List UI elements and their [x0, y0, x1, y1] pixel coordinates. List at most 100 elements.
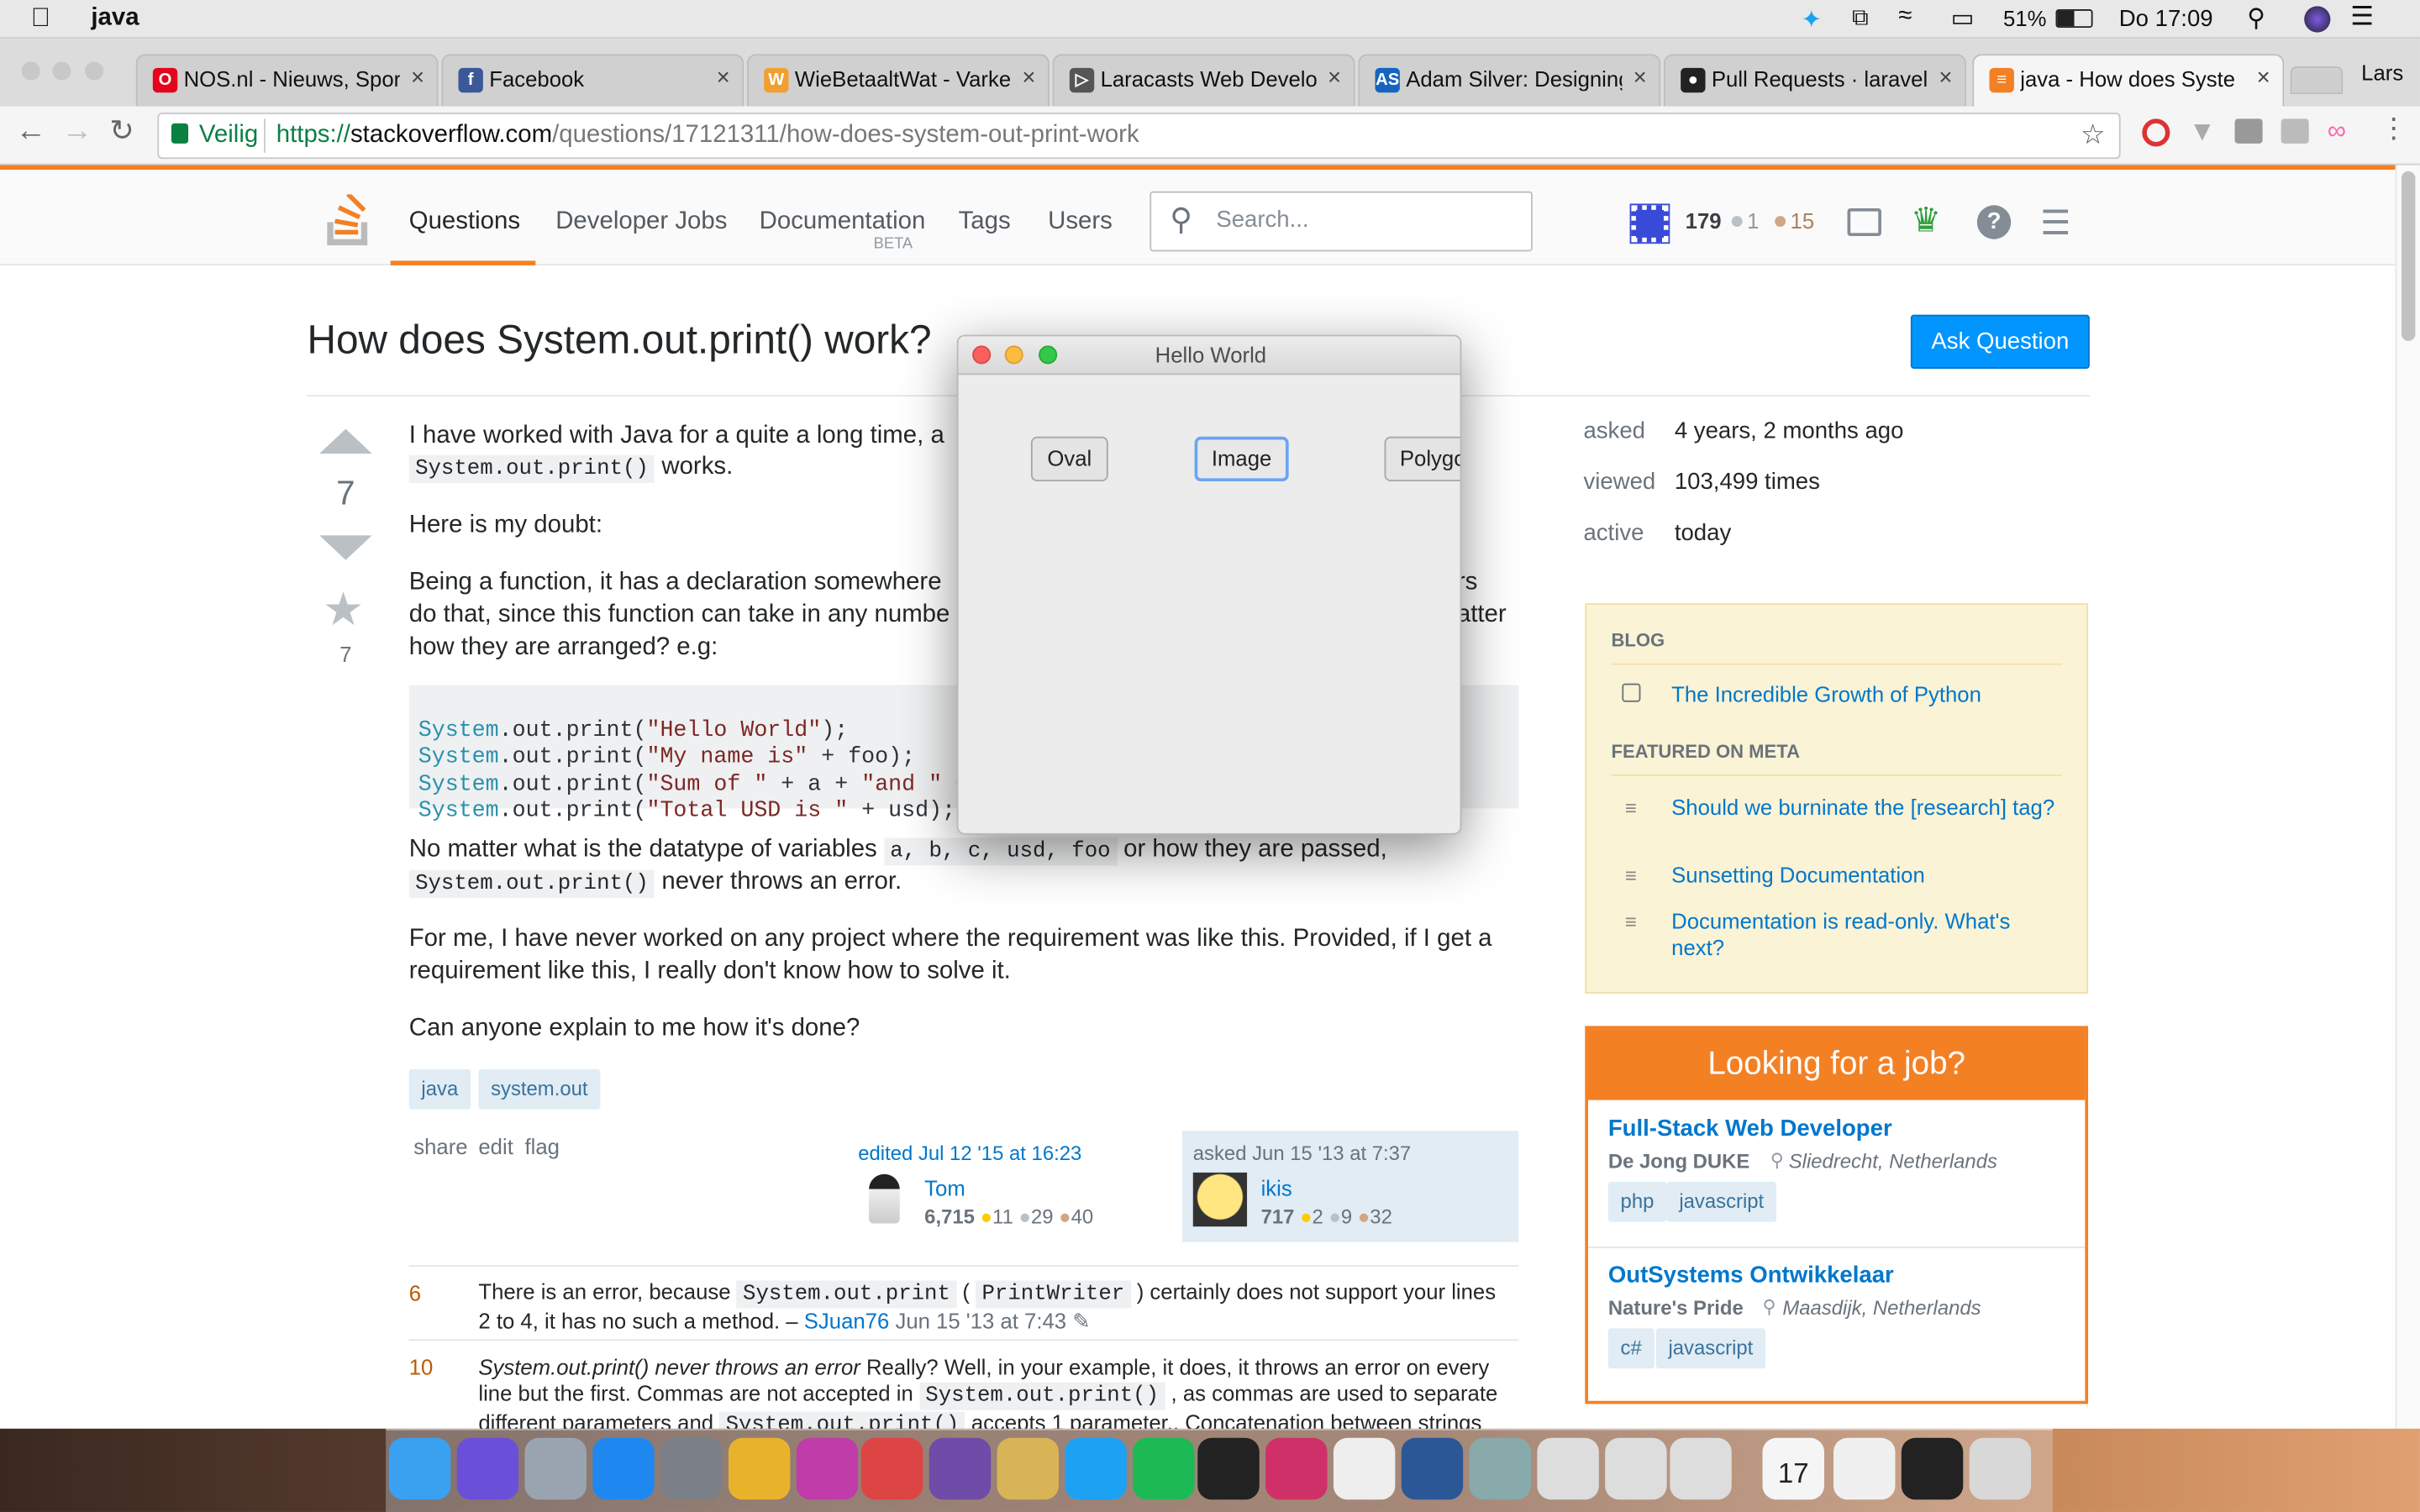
- stackoverflow-logo-icon[interactable]: [324, 194, 371, 248]
- back-icon[interactable]: ←: [15, 114, 46, 150]
- app-store-icon[interactable]: [592, 1437, 655, 1500]
- job-tag[interactable]: javascript: [1655, 1328, 1766, 1369]
- profile-name[interactable]: Lars: [2361, 60, 2403, 85]
- browser-tab[interactable]: AS Adam Silver: Designing ×: [1358, 54, 1661, 107]
- blog-link[interactable]: The Incredible Growth of Python: [1671, 682, 1981, 706]
- favorite-star-icon[interactable]: ★: [323, 583, 364, 637]
- job-tag[interactable]: javascript: [1666, 1181, 1776, 1222]
- scrollbar-thumb[interactable]: [2401, 171, 2416, 341]
- extension-evernote-icon[interactable]: [2281, 118, 2309, 144]
- github-desktop-icon[interactable]: [929, 1437, 992, 1500]
- tab-close-icon[interactable]: ×: [411, 65, 424, 91]
- textedit-icon[interactable]: [1833, 1437, 1896, 1500]
- system-preferences-icon[interactable]: [660, 1437, 723, 1500]
- java-cup-icon[interactable]: [1537, 1437, 1599, 1500]
- siri-icon[interactable]: [2304, 6, 2331, 33]
- share-link[interactable]: share: [413, 1134, 467, 1158]
- tab-close-icon[interactable]: ×: [2257, 65, 2270, 91]
- job-title[interactable]: OutSystems Ontwikkelaar: [1608, 1262, 1894, 1288]
- browser-tab[interactable]: W WieBetaaltWat - Varke ×: [746, 54, 1050, 107]
- active-app-name[interactable]: java: [91, 5, 139, 33]
- tab-close-icon[interactable]: ×: [1634, 65, 1647, 91]
- window-zoom-button[interactable]: [85, 61, 104, 81]
- comment-user[interactable]: SJuan76: [804, 1309, 890, 1333]
- finder-icon[interactable]: [388, 1437, 451, 1500]
- nav-documentation[interactable]: Documentation: [760, 208, 926, 236]
- browser-tab[interactable]: ≡ java - How does Syste ×: [1972, 54, 2285, 107]
- meta-link[interactable]: Documentation is read-only. What's next?: [1671, 909, 2057, 961]
- avatar[interactable]: [869, 1173, 900, 1224]
- tag-system-out[interactable]: system.out: [478, 1068, 601, 1110]
- asker-name[interactable]: ikis: [1261, 1176, 1292, 1200]
- avatar[interactable]: [1629, 203, 1670, 244]
- meta-link[interactable]: Sunsetting Documentation: [1671, 863, 2057, 889]
- chrome-icon[interactable]: [728, 1437, 791, 1500]
- screen-icon[interactable]: ⧉: [1852, 5, 1869, 31]
- notification-center-icon[interactable]: ☰: [2350, 2, 2374, 33]
- inbox-icon[interactable]: [1847, 207, 1881, 237]
- tab-close-icon[interactable]: ×: [717, 65, 730, 91]
- active-value[interactable]: today: [1675, 520, 1731, 546]
- extension-laravel-icon[interactable]: ∞: [2328, 116, 2346, 147]
- polygon-button[interactable]: Polygo: [1384, 436, 1460, 482]
- job-tag[interactable]: c#: [1607, 1328, 1655, 1369]
- spotify-icon[interactable]: [1133, 1437, 1195, 1500]
- terminal-icon[interactable]: [1197, 1437, 1260, 1500]
- java-cup-icon[interactable]: [1605, 1437, 1667, 1500]
- window-titlebar[interactable]: Hello World: [958, 336, 1460, 375]
- browser-tab[interactable]: O NOS.nl - Nieuws, Spor ×: [135, 54, 439, 107]
- meta-link[interactable]: Should we burninate the [research] tag?: [1671, 795, 2057, 821]
- sequel-pro-icon[interactable]: [997, 1437, 1059, 1500]
- tab-close-icon[interactable]: ×: [1939, 65, 1952, 91]
- reputation[interactable]: 179: [1686, 208, 1722, 233]
- bookmark-star-icon[interactable]: ☆: [2081, 118, 2106, 151]
- xquartz-icon[interactable]: [860, 1437, 923, 1500]
- calendar-icon[interactable]: 17: [1762, 1437, 1824, 1500]
- siri-icon[interactable]: [456, 1437, 519, 1500]
- apple-icon[interactable]: : [31, 3, 50, 34]
- cursor-icon[interactable]: [1333, 1437, 1396, 1500]
- phpstorm-icon[interactable]: [796, 1437, 859, 1500]
- browser-tab[interactable]: ● Pull Requests · laravel/ ×: [1663, 54, 1966, 107]
- forward-icon[interactable]: →: [61, 114, 92, 150]
- avatar[interactable]: [1192, 1172, 1248, 1227]
- new-tab-button[interactable]: [2290, 66, 2344, 95]
- activity-monitor-icon[interactable]: [1901, 1437, 1964, 1500]
- ask-question-button[interactable]: Ask Question: [1910, 314, 2090, 369]
- twitter-icon[interactable]: [1065, 1437, 1127, 1500]
- clock[interactable]: Do 17:09: [2119, 6, 2213, 32]
- tag-java[interactable]: java: [408, 1068, 471, 1110]
- spotlight-icon[interactable]: ⚲: [2247, 3, 2265, 34]
- preview-icon[interactable]: [1469, 1437, 1532, 1500]
- browser-tab[interactable]: ▷ Laracasts Web Develo ×: [1052, 54, 1355, 107]
- airplay-icon[interactable]: ▭: [1951, 3, 1975, 34]
- word-icon[interactable]: [1401, 1437, 1464, 1500]
- edited-date[interactable]: edited Jul 12 '15 at 16:23: [858, 1142, 1081, 1165]
- downvote-icon[interactable]: [319, 535, 372, 560]
- window-close-button[interactable]: [21, 61, 40, 81]
- image-button[interactable]: Image: [1194, 436, 1289, 482]
- nav-questions[interactable]: Questions: [409, 208, 520, 236]
- reload-icon[interactable]: ↻: [109, 114, 134, 150]
- trash-icon[interactable]: [1969, 1437, 2032, 1500]
- extension-ublock-icon[interactable]: [2142, 118, 2170, 147]
- site-switcher-icon[interactable]: ☰: [2040, 203, 2070, 244]
- twitter-icon[interactable]: ✦: [1801, 5, 1822, 36]
- tab-close-icon[interactable]: ×: [1022, 65, 1035, 91]
- search-input[interactable]: ⚲ Search...: [1150, 191, 1533, 252]
- oval-button[interactable]: Oval: [1030, 436, 1108, 482]
- achievements-trophy-icon[interactable]: ♛: [1911, 201, 1941, 241]
- job-tag[interactable]: php: [1607, 1181, 1667, 1222]
- nav-users[interactable]: Users: [1048, 208, 1113, 236]
- upvote-icon[interactable]: [319, 428, 372, 454]
- address-bar[interactable]: Veilig https://stackoverflow.com/questio…: [157, 113, 2121, 160]
- page-scrollbar[interactable]: [2395, 165, 2420, 1429]
- edit-link[interactable]: edit: [478, 1134, 513, 1158]
- jobs-heading[interactable]: Looking for a job?: [1587, 1029, 2086, 1100]
- editor-name[interactable]: Tom: [924, 1176, 965, 1200]
- launchpad-icon[interactable]: [524, 1437, 587, 1500]
- job-title[interactable]: Full-Stack Web Developer: [1608, 1116, 1892, 1142]
- question-title[interactable]: How does System.out.print() work?: [308, 317, 932, 365]
- java-cup-icon[interactable]: [1670, 1437, 1732, 1500]
- window-minimize-button[interactable]: [52, 61, 71, 81]
